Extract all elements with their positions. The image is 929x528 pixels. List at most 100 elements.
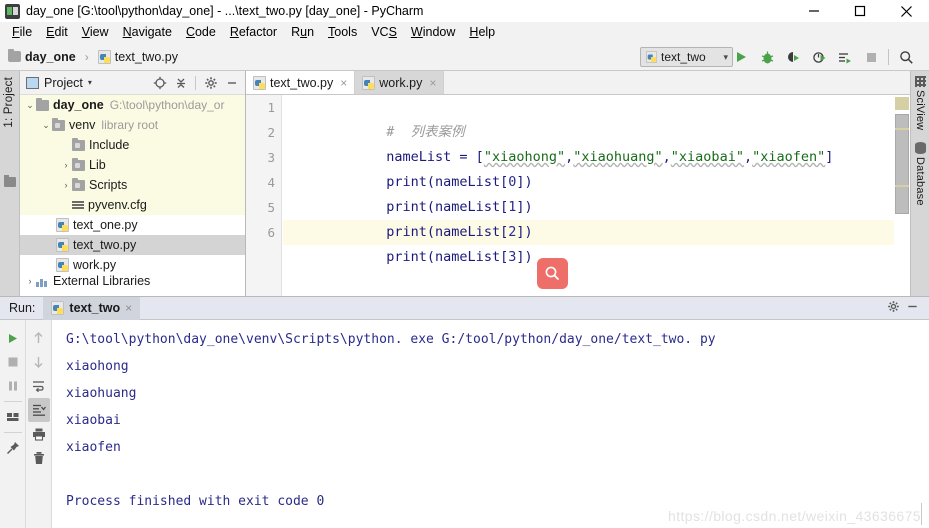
tree-item-venv[interactable]: ⌄ venv library root [20,115,245,135]
editor-tab-work-py[interactable]: work.py × [355,71,445,94]
console-line: xiaofen [66,440,121,455]
chevron-right-icon[interactable]: › [24,276,36,286]
print-icon[interactable] [28,422,50,446]
tree-item-include[interactable]: Include [20,135,245,155]
line-number: 4 [267,175,275,190]
tree-item-lib[interactable]: › Lib [20,155,245,175]
layout-button[interactable] [2,405,24,429]
sidebar-tab-sciview[interactable]: SciView [911,76,929,130]
menu-code[interactable]: Code [179,22,223,43]
line-number: 3 [267,150,275,165]
code-editor[interactable]: 1 2 3 4 5 6 # 列表案例 nameList = ["xiaohong… [246,95,910,296]
tree-item-pyvenv-cfg[interactable]: pyvenv.cfg [20,195,245,215]
soft-wrap-icon[interactable] [28,374,50,398]
menu-edit[interactable]: Edit [39,22,75,43]
code-line-text: # 列表案例 [386,124,465,140]
code-lines[interactable]: # 列表案例 nameList = ["xiaohong","xiaohuang… [283,95,910,296]
tree-item-label: pyvenv.cfg [88,198,147,212]
tree-item-text-one-py[interactable]: text_one.py [20,215,245,235]
scrollbar-marker [895,97,909,110]
run-icon[interactable] [728,45,754,69]
tree-item-label: text_two.py [73,238,137,252]
tree-item-label: External Libraries [53,275,151,287]
chevron-right-icon[interactable]: › [60,160,72,170]
folder-icon [8,49,21,62]
tree-item-label: venv [69,118,96,132]
right-tool-strip: SciView Database [910,71,929,296]
menu-run[interactable]: Run [284,22,321,43]
stop-icon[interactable] [858,45,884,69]
chevron-down-icon[interactable]: ⌄ [24,100,36,111]
search-icon[interactable] [893,45,919,69]
code-line[interactable]: # 列表案例 [283,95,910,140]
breadcrumb-separator: › [84,49,89,64]
close-icon[interactable] [883,0,929,22]
tree-item-label: work.py [73,258,117,272]
console-scrollbar[interactable] [915,320,929,528]
sidebar-tab-label: Database [914,157,926,207]
breadcrumb-file[interactable]: text_two.py [115,50,178,64]
run-console-icon[interactable] [832,45,858,69]
python-file-icon [253,75,266,90]
tree-item-day-one[interactable]: ⌄ day_one G:\tool\python\day_or [20,95,245,115]
watermark: https://blog.csdn.net/weixin_43636675 [668,508,921,524]
minimize-icon[interactable] [906,300,919,316]
close-icon[interactable]: × [125,301,132,315]
chevron-down-icon[interactable]: ▾ [88,78,92,87]
gutter-divider [3,401,22,402]
menu-refactor[interactable]: Refactor [223,22,284,43]
collapse-all-icon[interactable] [171,73,190,93]
menu-file[interactable]: File [5,22,39,43]
settings-gear-icon[interactable] [201,73,220,93]
menu-navigate[interactable]: Navigate [116,22,179,43]
tree-item-text-two-py[interactable]: text_two.py [20,235,245,255]
close-icon[interactable]: × [340,76,347,90]
project-panel: Project ▾ ⌄ day_one G:\tool\python\day_o… [20,71,246,296]
pin-icon[interactable] [2,436,24,460]
arrow-up-icon[interactable] [28,326,50,350]
python-file-icon [645,51,658,63]
editor-scrollbar[interactable] [894,95,910,296]
minimize-icon[interactable] [791,0,837,22]
stop-button[interactable] [2,350,24,374]
tree-item-external-libraries[interactable]: › External Libraries [20,275,245,287]
close-icon[interactable]: × [429,76,436,90]
menu-tools[interactable]: Tools [321,22,364,43]
tree-item-work-py[interactable]: work.py [20,255,245,275]
profile-icon[interactable] [806,45,832,69]
scroll-end-icon[interactable] [27,398,50,422]
menu-view[interactable]: View [75,22,116,43]
coverage-icon[interactable] [780,45,806,69]
line-number: 5 [267,200,275,215]
pause-button[interactable] [2,374,24,398]
console-output[interactable]: G:\tool\python\day_one\venv\Scripts\pyth… [52,320,929,528]
window-title: day_one [G:\tool\python\day_one] - ...\t… [26,4,424,18]
maximize-icon[interactable] [837,0,883,22]
trash-icon[interactable] [28,446,50,470]
editor-tab-text-two-py[interactable]: text_two.py × [246,71,356,94]
sidebar-tab-project[interactable]: 1: Project [3,77,15,128]
debug-icon[interactable] [754,45,780,69]
rerun-button[interactable] [2,326,24,350]
sidebar-tab-database[interactable]: Database [911,142,929,206]
tree-item-scripts[interactable]: › Scripts [20,175,245,195]
run-tab-text-two[interactable]: text_two × [43,296,141,320]
locate-icon[interactable] [150,73,169,93]
menu-help[interactable]: Help [462,22,502,43]
run-configuration-selector[interactable]: text_two ▾ [640,47,733,67]
console-line: xiaohuang [66,386,137,401]
external-libraries-icon [36,276,49,287]
chevron-right-icon[interactable]: › [60,180,72,190]
line-number: 1 [267,100,275,115]
folder-icon[interactable] [4,175,16,187]
chevron-down-icon[interactable]: ⌄ [40,120,52,131]
console-line: G:\tool\python\day_one\venv\Scripts\pyth… [66,332,716,347]
breadcrumb-project[interactable]: day_one [25,50,76,64]
menu-window[interactable]: Window [404,22,462,43]
minimize-icon[interactable] [222,73,241,93]
menu-vcs[interactable]: VCS [364,22,404,43]
floating-search-icon[interactable] [537,258,568,289]
project-panel-title[interactable]: Project [44,76,83,90]
arrow-down-icon[interactable] [28,350,50,374]
settings-gear-icon[interactable] [887,300,900,316]
